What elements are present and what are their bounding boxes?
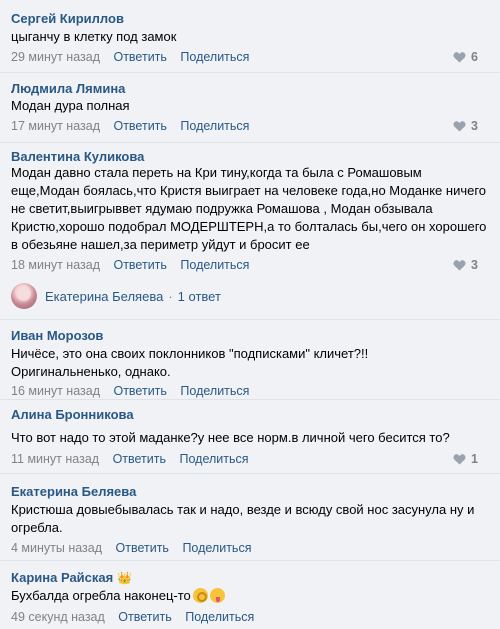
- comment-time[interactable]: 11 минут назад: [11, 452, 99, 466]
- comment-author[interactable]: Екатерина Беляева: [11, 484, 136, 500]
- comment-meta: 4 минуты назад Ответить Поделиться: [11, 540, 251, 556]
- comment-text: цыганчу в клетку под замок: [11, 29, 177, 44]
- like-count: 3: [471, 258, 478, 272]
- like-button[interactable]: 3: [453, 257, 478, 273]
- reply-button[interactable]: Ответить: [113, 119, 166, 133]
- heart-icon: [453, 52, 466, 63]
- like-button[interactable]: 1: [453, 451, 478, 467]
- comment-meta: 17 минут назад Ответить Поделиться: [11, 118, 249, 134]
- share-button[interactable]: Поделиться: [182, 541, 251, 555]
- comment: Валентина Куликова Модан давно стала пер…: [0, 143, 500, 280]
- like-count: 1: [471, 452, 478, 466]
- reply-thread[interactable]: Екатерина Беляева · 1 ответ: [0, 280, 500, 314]
- comment: Екатерина Беляева Кристюша довыебывалась…: [0, 474, 500, 560]
- comment-text: Ничёсе, это она своих поклонников "подпи…: [11, 346, 369, 379]
- comment-meta: 18 минут назад Ответить Поделиться: [11, 257, 249, 273]
- comment-text: Кристюша довыебывалась так и надо, везде…: [11, 502, 475, 535]
- comment-meta: 29 минут назад Ответить Поделиться: [11, 49, 249, 65]
- comment-time[interactable]: 18 минут назад: [11, 258, 100, 272]
- like-button[interactable]: 6: [453, 49, 478, 65]
- share-button[interactable]: Поделиться: [179, 452, 248, 466]
- comment-meta: 11 минут назад Ответить Поделиться: [11, 451, 249, 467]
- ok-hand-emoji-icon: [192, 588, 208, 603]
- avatar[interactable]: [11, 283, 37, 309]
- reply-author[interactable]: Екатерина Беляева: [45, 289, 163, 304]
- crown-icon: 👑: [117, 571, 133, 585]
- comment-text: Бухбалда огребла наконец-то: [11, 588, 191, 603]
- separator-dot: ·: [168, 289, 173, 304]
- share-button[interactable]: Поделиться: [180, 50, 249, 64]
- comment-time[interactable]: 17 минут назад: [11, 119, 100, 133]
- comment: Алина Бронникова Что вот надо то этой ма…: [0, 400, 500, 472]
- reply-button[interactable]: Ответить: [113, 258, 166, 272]
- share-button[interactable]: Поделиться: [180, 384, 249, 398]
- comment-text: Что вот надо то этой маданке?у нее все н…: [11, 430, 450, 445]
- comment-time[interactable]: 16 минут назад: [11, 384, 100, 398]
- comment-meta: 16 минут назад Ответить Поделиться: [11, 383, 249, 399]
- reply-button[interactable]: Ответить: [113, 452, 166, 466]
- comment: Сергей Кириллов цыганчу в клетку под зам…: [0, 0, 500, 72]
- heart-icon: [453, 121, 466, 132]
- reply-count[interactable]: 1 ответ: [178, 289, 221, 304]
- share-button[interactable]: Поделиться: [185, 610, 254, 624]
- reply-thread-link[interactable]: Екатерина Беляева · 1 ответ: [45, 289, 221, 305]
- comment-author[interactable]: Иван Морозов: [11, 328, 103, 344]
- comment-time[interactable]: 4 минуты назад: [11, 541, 102, 555]
- comment-author[interactable]: Карина Райская: [11, 570, 113, 585]
- comment-author[interactable]: Валентина Куликова: [11, 149, 144, 165]
- share-button[interactable]: Поделиться: [180, 119, 249, 133]
- comment: Людмила Лямина Модан дура полная 17 мину…: [0, 73, 500, 142]
- share-button[interactable]: Поделиться: [180, 258, 249, 272]
- reply-button[interactable]: Ответить: [116, 541, 169, 555]
- comment: Иван Морозов Ничёсе, это она своих покло…: [0, 320, 500, 399]
- reply-button[interactable]: Ответить: [113, 384, 166, 398]
- comment-time[interactable]: 49 секунд назад: [11, 610, 105, 624]
- comments-feed: Сергей Кириллов цыганчу в клетку под зам…: [0, 0, 500, 629]
- comment: Карина Райская 👑 Бухбалда огребла наконец…: [0, 561, 500, 629]
- comment-meta: 49 секунд назад Ответить Поделиться: [11, 609, 254, 625]
- reply-button[interactable]: Ответить: [113, 50, 166, 64]
- comment-text: Модан дура полная: [11, 98, 130, 113]
- like-count: 6: [471, 50, 478, 64]
- comment-author[interactable]: Людмила Лямина: [11, 81, 125, 97]
- reply-button[interactable]: Ответить: [118, 610, 171, 624]
- heart-icon: [453, 260, 466, 271]
- comment-text-row: Бухбалда огребла наконец-то: [11, 587, 491, 605]
- like-count: 3: [471, 119, 478, 133]
- comment-author-row: Карина Райская 👑: [11, 570, 132, 586]
- heart-icon: [453, 454, 466, 465]
- comment-text: Модан давно стала переть на Кри тину,ког…: [11, 165, 487, 252]
- like-button[interactable]: 3: [453, 118, 478, 134]
- comment-time[interactable]: 29 минут назад: [11, 50, 100, 64]
- comment-author[interactable]: Алина Бронникова: [11, 407, 134, 423]
- zany-face-emoji-icon: [209, 588, 225, 603]
- comment-author[interactable]: Сергей Кириллов: [11, 11, 124, 27]
